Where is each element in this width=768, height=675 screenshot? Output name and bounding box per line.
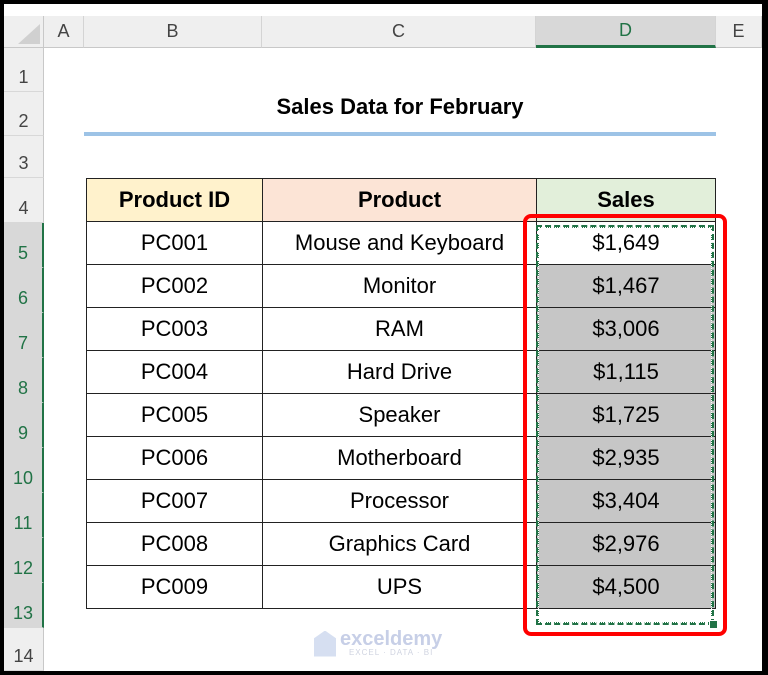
row-header-7[interactable]: 7 — [4, 313, 44, 358]
spreadsheet: A B C D E 1 2 3 4 5 6 7 8 9 10 11 12 13 … — [4, 4, 762, 671]
row-header-14[interactable]: 14 — [4, 628, 44, 671]
watermark-name: exceldemy — [340, 628, 443, 650]
cell-product[interactable]: RAM — [262, 307, 537, 351]
row-header-12[interactable]: 12 — [4, 538, 44, 583]
row-header-6[interactable]: 6 — [4, 268, 44, 313]
cell-product[interactable]: Monitor — [262, 264, 537, 308]
watermark: exceldemy EXCEL · DATA · BI — [314, 628, 443, 657]
row-header-5[interactable]: 5 — [4, 223, 44, 268]
cell-product-id[interactable]: PC007 — [86, 479, 263, 523]
cell-product[interactable]: UPS — [262, 565, 537, 609]
cell-product-id[interactable]: PC003 — [86, 307, 263, 351]
exceldemy-logo-icon — [314, 630, 336, 657]
header-product[interactable]: Product — [262, 178, 537, 222]
cell-product[interactable]: Processor — [262, 479, 537, 523]
cell-product-id[interactable]: PC009 — [86, 565, 263, 609]
row-header-9[interactable]: 9 — [4, 403, 44, 448]
column-header-b[interactable]: B — [84, 16, 262, 48]
title-underline — [84, 132, 716, 136]
cell-product-id[interactable]: PC004 — [86, 350, 263, 394]
cell-product-id[interactable]: PC001 — [86, 221, 263, 265]
column-header-a[interactable]: A — [44, 16, 84, 48]
sheet-title: Sales Data for February — [276, 94, 524, 119]
cell-product[interactable]: Motherboard — [262, 436, 537, 480]
cell-product-id[interactable]: PC006 — [86, 436, 263, 480]
row-header-11[interactable]: 11 — [4, 493, 44, 538]
row-header-13[interactable]: 13 — [4, 583, 44, 628]
column-header-d[interactable]: D — [536, 16, 716, 48]
cell-product[interactable]: Graphics Card — [262, 522, 537, 566]
cell-product-id[interactable]: PC005 — [86, 393, 263, 437]
column-header-c[interactable]: C — [262, 16, 536, 48]
cell-product-id[interactable]: PC002 — [86, 264, 263, 308]
cell-product[interactable]: Mouse and Keyboard — [262, 221, 537, 265]
highlight-box — [523, 214, 727, 636]
row-header-2[interactable]: 2 — [4, 92, 44, 136]
select-all-corner[interactable] — [4, 16, 44, 48]
watermark-tagline: EXCEL · DATA · BI — [348, 648, 434, 657]
row-header-3[interactable]: 3 — [4, 136, 44, 178]
cell-product-id[interactable]: PC008 — [86, 522, 263, 566]
row-header-4[interactable]: 4 — [4, 178, 44, 223]
header-product-id[interactable]: Product ID — [86, 178, 263, 222]
cell-product[interactable]: Hard Drive — [262, 350, 537, 394]
row-header-1[interactable]: 1 — [4, 48, 44, 92]
cell-product[interactable]: Speaker — [262, 393, 537, 437]
column-header-e[interactable]: E — [716, 16, 762, 48]
row-header-8[interactable]: 8 — [4, 358, 44, 403]
row-header-10[interactable]: 10 — [4, 448, 44, 493]
